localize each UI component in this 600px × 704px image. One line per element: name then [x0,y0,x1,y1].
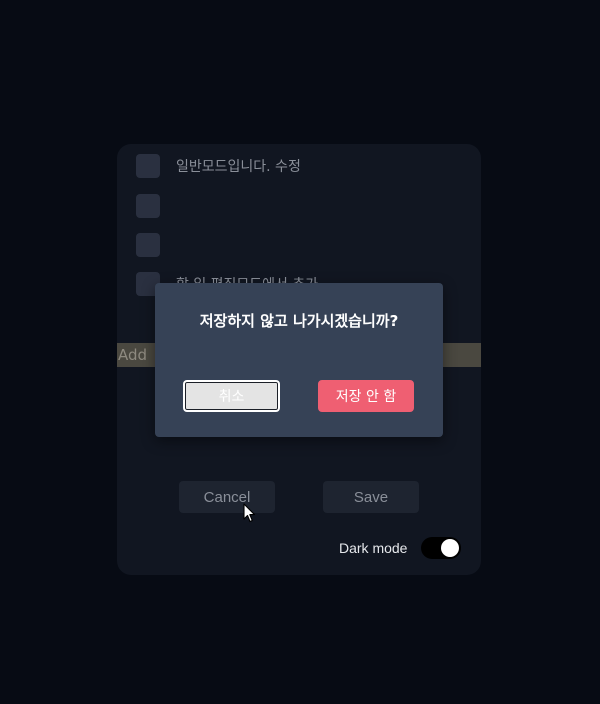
dialog-cancel-button[interactable]: 취소 [183,380,280,412]
todo-item [136,233,176,257]
dark-mode-control: Dark mode [339,537,462,559]
dialog-title: 저장하지 않고 나가시겠습니까? [199,312,399,330]
todo-checkbox[interactable] [136,154,160,178]
save-button[interactable]: Save [323,481,419,513]
dark-mode-toggle[interactable] [421,537,462,559]
todo-checkbox[interactable] [136,233,160,257]
app-stage: 일반모드입니다. 수정 할 일 편집모드에서 추가 Cancel Save Da… [0,0,600,704]
unsaved-changes-dialog: 저장하지 않고 나가시겠습니까? 취소 저장 안 함 [155,283,443,437]
todo-checkbox[interactable] [136,194,160,218]
todo-item [136,194,176,218]
toggle-knob [441,539,460,557]
dont-save-button[interactable]: 저장 안 함 [318,380,414,412]
mouse-cursor-icon [243,503,256,523]
dark-mode-label: Dark mode [339,540,408,556]
cancel-button[interactable]: Cancel [179,481,275,513]
todo-item: 일반모드입니다. 수정 [136,154,301,178]
todo-text[interactable]: 일반모드입니다. 수정 [176,156,301,176]
